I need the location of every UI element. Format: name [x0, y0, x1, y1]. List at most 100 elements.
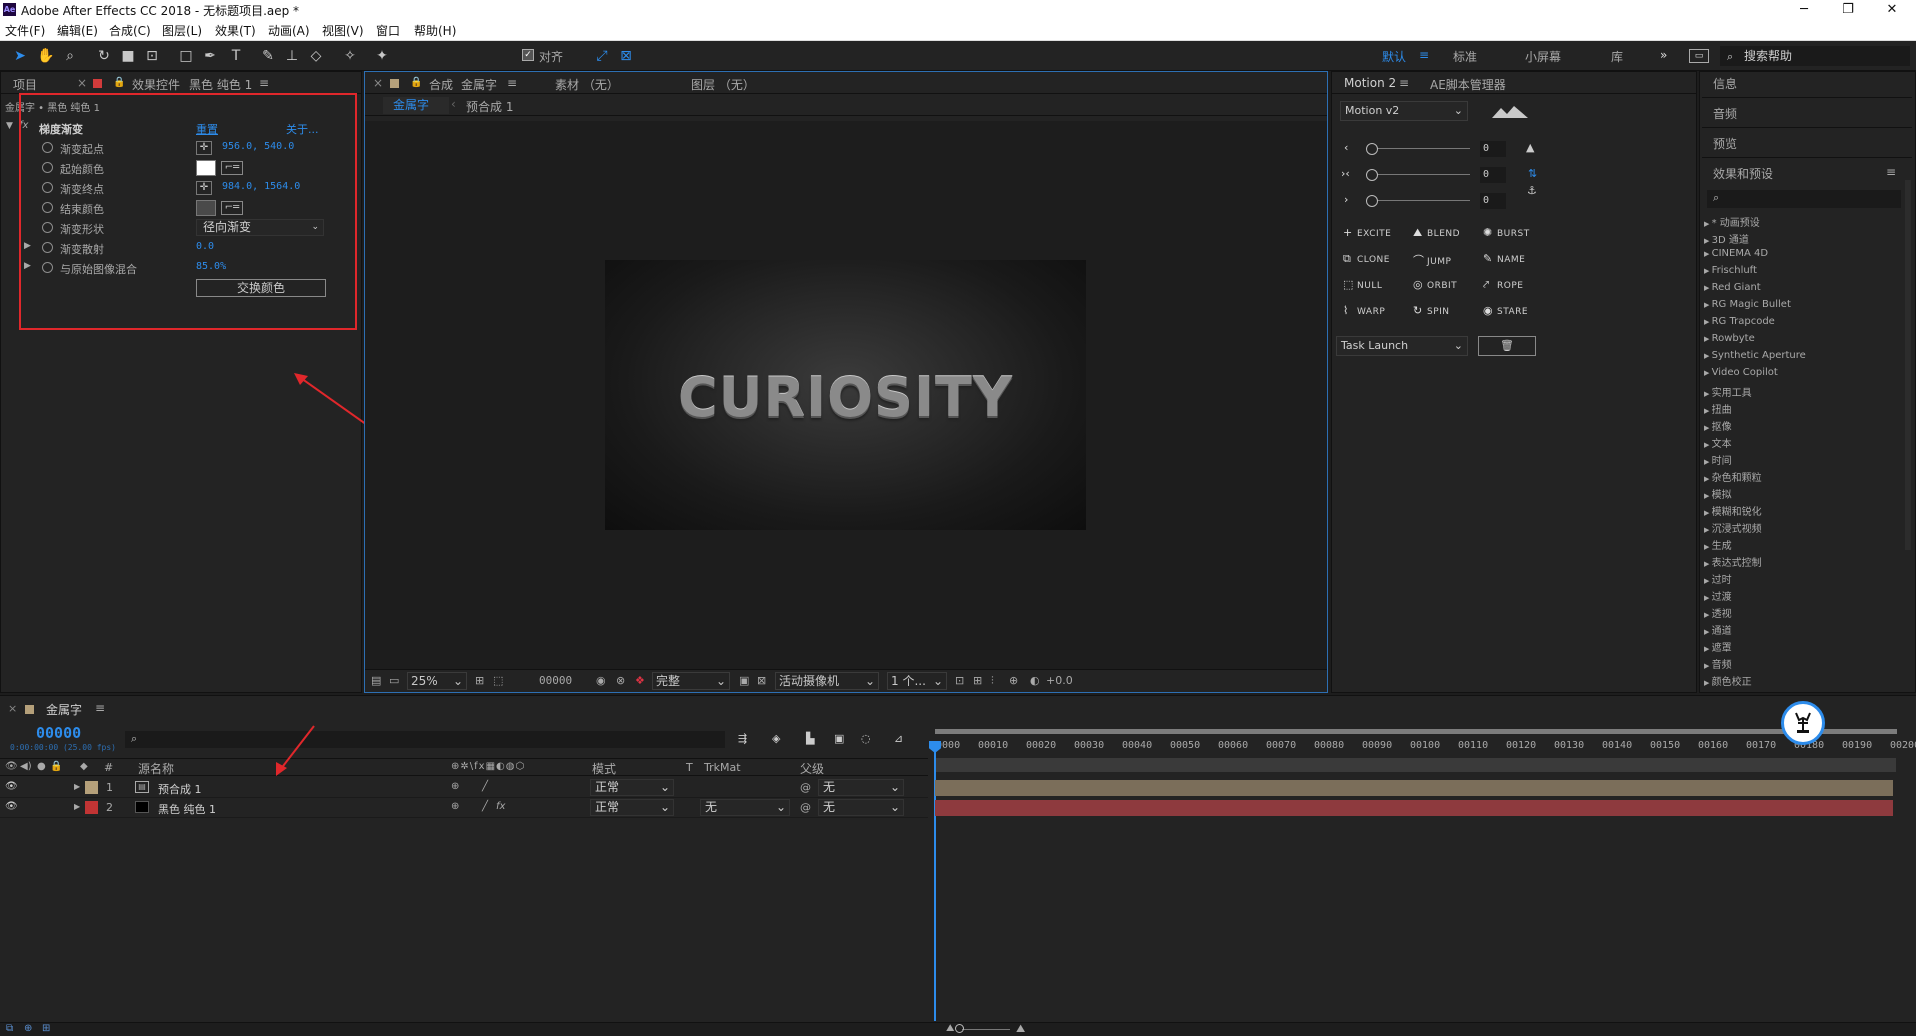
color-channel-icon[interactable]: ❖: [635, 674, 645, 687]
blend-button[interactable]: ⛰ BLEND: [1413, 226, 1460, 240]
tab-ae-scripts[interactable]: AE脚本管理器: [1430, 76, 1506, 93]
exposure-icon[interactable]: ◐: [1030, 674, 1040, 687]
tab-comp-name[interactable]: 金属字: [461, 76, 497, 93]
work-area-range[interactable]: [935, 729, 1897, 734]
expand-triangle-icon[interactable]: ▶: [1704, 509, 1712, 517]
expand-triangle-icon[interactable]: ▶: [1704, 543, 1712, 551]
trash-button[interactable]: 🗑: [1478, 336, 1536, 356]
trkmat-header[interactable]: TrkMat: [704, 761, 741, 774]
overflow-icon[interactable]: »: [1660, 48, 1667, 62]
brush-tool-icon[interactable]: ✎: [258, 46, 278, 66]
parent-dropdown[interactable]: 无 ⌄: [818, 799, 904, 816]
tab-comp-label[interactable]: 合成: [429, 76, 453, 93]
region-icon[interactable]: ▤: [371, 674, 381, 687]
trkmat-dropdown[interactable]: 无 ⌄: [700, 799, 790, 816]
expand-triangle-icon[interactable]: ▶: [1704, 458, 1712, 466]
close-tab-icon[interactable]: ×: [373, 76, 383, 90]
playhead-track[interactable]: [934, 758, 1896, 772]
expand-triangle-icon[interactable]: ▶: [1704, 318, 1712, 326]
effect-category-item[interactable]: ▶ 过渡: [1704, 588, 1732, 603]
collapse-triangle-icon[interactable]: ▼: [6, 121, 13, 131]
pickwhip-icon[interactable]: @: [800, 801, 811, 814]
expand-triangle-icon[interactable]: ▶: [1704, 301, 1712, 309]
slider-track[interactable]: [1370, 200, 1470, 201]
effect-category-item[interactable]: ▶ * 动画预设: [1704, 214, 1760, 229]
subtab-precomp[interactable]: 预合成 1: [466, 98, 513, 115]
puppet-pin-tool-icon[interactable]: ✦: [372, 46, 392, 66]
effect-category-item[interactable]: ▶ 时间: [1704, 452, 1732, 467]
expand-triangle-icon[interactable]: ▶: [1704, 441, 1712, 449]
layer-label-color[interactable]: [85, 781, 98, 794]
mountain-graph-icon[interactable]: [1492, 105, 1528, 119]
expand-triangle-icon[interactable]: ▶: [1704, 662, 1712, 670]
visibility-eye-icon[interactable]: 👁: [5, 781, 18, 792]
render-icon[interactable]: ⧉: [6, 1023, 13, 1034]
camera-tool-icon[interactable]: ■: [118, 46, 138, 66]
menu-view[interactable]: 视图(V): [322, 22, 364, 39]
timeline-timecode[interactable]: 00000: [36, 724, 81, 742]
monitor-icon[interactable]: ▭: [389, 674, 399, 687]
blend-mode-dropdown[interactable]: 正常 ⌄: [590, 799, 674, 816]
pen-tool-icon[interactable]: ✒: [200, 46, 220, 66]
shy-switch-icon[interactable]: ⊕: [451, 781, 459, 792]
selection-tool-icon[interactable]: ➤: [10, 46, 30, 66]
roto-brush-tool-icon[interactable]: ✧: [340, 46, 360, 66]
effect-category-item[interactable]: ▶ CINEMA 4D: [1704, 248, 1768, 259]
hand-tool-icon[interactable]: ✋: [36, 46, 56, 66]
effect-category-item[interactable]: ▶ 实用工具: [1704, 384, 1752, 399]
eraser-tool-icon[interactable]: ◇: [306, 46, 326, 66]
shy-switch-icon[interactable]: ⊕: [451, 801, 459, 812]
warp-button[interactable]: ⌇ WARP: [1343, 304, 1385, 317]
show-snapshot-icon[interactable]: ⊗: [616, 674, 625, 687]
pickwhip-icon[interactable]: @: [800, 781, 811, 794]
audio-tab[interactable]: 音频: [1713, 105, 1737, 122]
solo-icon[interactable]: ●: [37, 761, 46, 772]
menu-help[interactable]: 帮助(H): [414, 22, 456, 39]
effect-category-item[interactable]: ▶ 表达式控制: [1704, 554, 1762, 569]
expand-triangle-icon[interactable]: ▶: [1704, 267, 1712, 275]
source-name-header[interactable]: 源名称: [138, 760, 174, 777]
effect-category-item[interactable]: ▶ 遮罩: [1704, 639, 1732, 654]
type-tool-icon[interactable]: T: [226, 46, 246, 66]
effect-category-item[interactable]: ▶ Video Copilot: [1704, 367, 1778, 378]
expand-triangle-icon[interactable]: ▶: [1704, 284, 1712, 292]
lock-icon[interactable]: 🔒: [50, 761, 62, 772]
excite-button[interactable]: + EXCITE: [1343, 226, 1391, 239]
expand-triangle-icon[interactable]: ▶: [1704, 335, 1712, 343]
viewer-timecode[interactable]: 00000: [539, 674, 572, 687]
lock-icon[interactable]: 🔒: [410, 77, 422, 88]
orbit-button[interactable]: ◎ ORBIT: [1413, 278, 1457, 291]
panel-menu-icon[interactable]: ≡: [1886, 165, 1896, 179]
quality-switch-icon[interactable]: ╱: [482, 801, 488, 812]
effect-category-item[interactable]: ▶ Frischluft: [1704, 265, 1757, 276]
expand-triangle-icon[interactable]: ▶: [1704, 611, 1712, 619]
rotate-tool-icon[interactable]: ↻: [94, 46, 114, 66]
transparency-grid-icon[interactable]: ⊠: [757, 674, 766, 687]
pan-behind-tool-icon[interactable]: ⊡: [142, 46, 162, 66]
blend-mode-dropdown[interactable]: 正常 ⌄: [590, 779, 674, 796]
zoom-dropdown[interactable]: 25% ⌄: [407, 672, 467, 690]
effect-category-item[interactable]: ▶ 文本: [1704, 435, 1732, 450]
task-launch-dropdown[interactable]: Task Launch ⌄: [1336, 336, 1468, 356]
tab-effect-layer-name[interactable]: 黑色 纯色 1: [189, 76, 252, 93]
workspace-small-screen[interactable]: 小屏幕: [1525, 48, 1561, 65]
menu-file[interactable]: 文件(F): [5, 22, 45, 39]
expand-triangle-icon[interactable]: ▶: [1704, 628, 1712, 636]
slider-track[interactable]: [1370, 174, 1470, 175]
expand-triangle-icon[interactable]: ▶: [1704, 594, 1712, 602]
parent-dropdown[interactable]: 无 ⌄: [818, 779, 904, 796]
slider-knob[interactable]: [1366, 169, 1378, 181]
slider-knob[interactable]: [1366, 143, 1378, 155]
graph-editor-icon[interactable]: ⊿: [894, 732, 903, 745]
workspace-default[interactable]: 默认: [1382, 48, 1406, 65]
exposure-value[interactable]: +0.0: [1046, 674, 1073, 687]
camera-snapshot-icon[interactable]: ◉: [596, 674, 606, 687]
panel-menu-icon[interactable]: ≡: [259, 76, 269, 90]
quality-switch-icon[interactable]: ╱: [482, 781, 488, 792]
search-help-input[interactable]: 搜索帮助: [1720, 46, 1910, 66]
workspace-library[interactable]: 库: [1611, 48, 1623, 65]
effect-category-item[interactable]: ▶ 颜色校正: [1704, 673, 1752, 688]
motion-preset-dropdown[interactable]: Motion v2 ⌄: [1340, 101, 1468, 121]
effects-search-input[interactable]: ⌕: [1707, 190, 1901, 208]
mode-header[interactable]: 模式: [592, 760, 616, 777]
